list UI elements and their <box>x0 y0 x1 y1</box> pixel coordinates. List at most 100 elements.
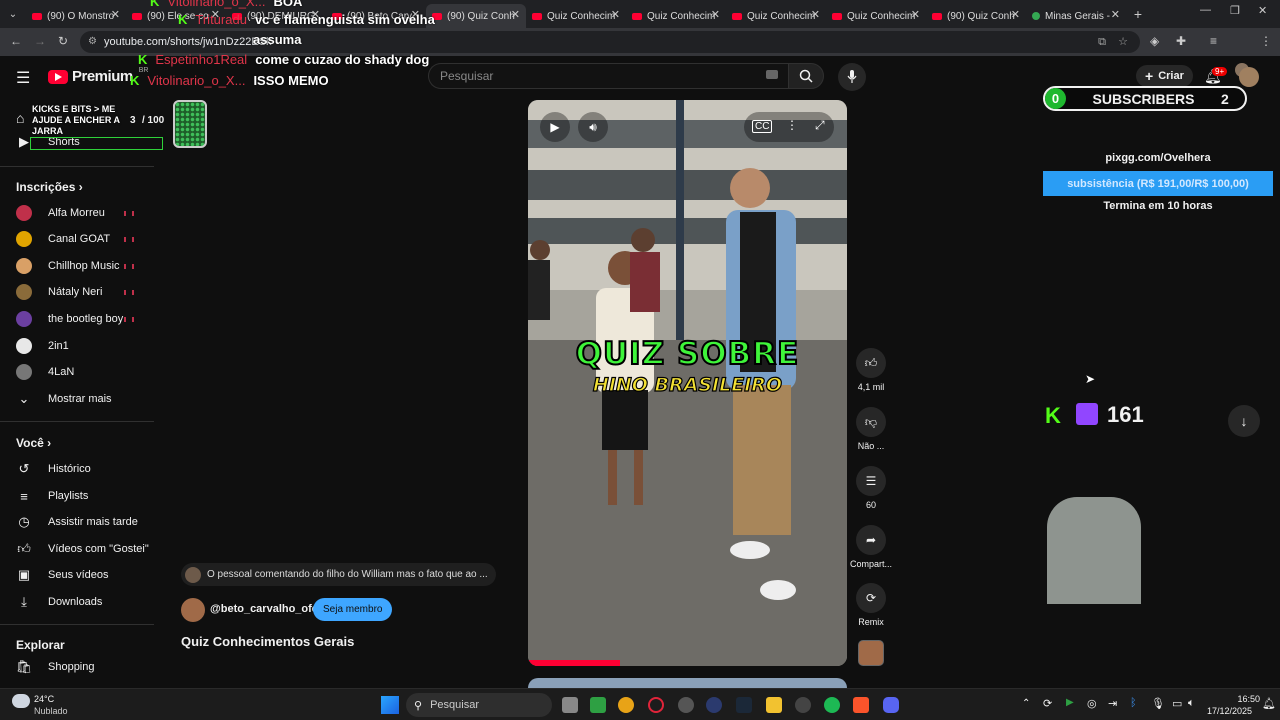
new-tab-icon[interactable]: + <box>1126 6 1150 22</box>
sidebar-subscription[interactable]: 4LaN <box>0 359 154 385</box>
next-short-arrow-icon[interactable]: ↓ <box>1228 405 1260 437</box>
tab-list-icon[interactable]: ⌄ <box>0 9 26 20</box>
browser-tab-active[interactable]: (90) Quiz Conh ✕ <box>426 4 526 28</box>
close-window-icon[interactable]: ✕ <box>1258 4 1267 17</box>
reload-icon[interactable]: ↻ <box>58 34 68 48</box>
url-field[interactable]: ⚙ youtube.com/shorts/jw1nDz22ESk ⧉ ☆ <box>80 31 1140 53</box>
chevron-up-icon[interactable]: ⌃ <box>1022 698 1030 709</box>
close-icon[interactable]: ✕ <box>811 8 820 21</box>
close-icon[interactable]: ✕ <box>1111 8 1120 21</box>
thumbs-up-icon[interactable]: 👍︎ <box>856 348 886 378</box>
sidebar-item-shopping[interactable]: 🛍︎ Shopping <box>0 654 154 680</box>
sidebar-subscription[interactable]: 2in1 <box>0 333 154 359</box>
discord-icon[interactable] <box>883 697 899 713</box>
remix-action[interactable]: ⟳ Remix <box>851 583 891 627</box>
thumbs-down-icon[interactable]: 👎︎ <box>856 407 886 437</box>
maximize-icon[interactable]: ❐ <box>1230 4 1240 17</box>
sync-icon[interactable]: ⟳ <box>1043 697 1052 710</box>
notification-center-icon[interactable]: 🔔︎ <box>1262 697 1276 710</box>
app-icon[interactable] <box>706 697 722 713</box>
task-view-icon[interactable] <box>562 697 578 713</box>
sidebar-subscription[interactable]: the bootleg boy <box>0 306 154 332</box>
play-app-icon[interactable] <box>590 697 606 713</box>
comments-action[interactable]: ☰ 60 <box>851 466 891 510</box>
extension-icon[interactable]: ◈ <box>1150 34 1159 48</box>
browser-tab[interactable]: (90) O Monstro ✕ <box>26 4 126 28</box>
comment-preview[interactable]: O pessoal comentando do filho do William… <box>181 563 496 586</box>
sidebar-subscription[interactable]: Alfa Morreu <box>0 200 154 226</box>
sidebar-item-liked-videos[interactable]: 👍︎ Vídeos com "Gostei" <box>0 536 154 562</box>
fullscreen-icon[interactable]: ⤢ <box>815 118 825 133</box>
play-tray-icon[interactable]: ▶ <box>1066 697 1074 708</box>
sidebar-show-more[interactable]: ⌄ Mostrar mais <box>0 386 154 412</box>
browser-tab[interactable]: Minas Gerais - ✕ <box>1026 4 1126 28</box>
microphone-tray-icon[interactable]: 🎙︎ <box>1151 697 1165 710</box>
you-heading[interactable]: Você › <box>16 436 51 450</box>
share-action[interactable]: ➦ Compart... <box>850 525 892 569</box>
bluetooth-icon[interactable]: ᛒ <box>1130 697 1137 709</box>
sidebar-item-watch-later[interactable]: ◷ Assistir mais tarde <box>0 509 154 535</box>
channel-name[interactable]: @beto_carvalho_ofc <box>210 603 318 615</box>
menu-dots-icon[interactable]: ⋮ <box>1260 34 1272 48</box>
browser-tab[interactable]: Quiz Conhecim ✕ <box>626 4 726 28</box>
tray-icon[interactable]: ⇥ <box>1108 697 1117 710</box>
browser-tab[interactable]: (90) Quiz Conh ✕ <box>926 4 1026 28</box>
forward-icon[interactable]: → <box>34 34 46 48</box>
sidebar-item-shorts[interactable]: ▶ Shorts <box>0 132 163 152</box>
windows-start-icon[interactable] <box>381 696 399 714</box>
comment-icon[interactable]: ☰ <box>856 466 886 496</box>
close-icon[interactable]: ✕ <box>911 8 920 21</box>
captions-icon[interactable]: CC <box>752 120 773 133</box>
steam-icon[interactable] <box>736 697 752 713</box>
remix-icon[interactable]: ⟳ <box>856 583 886 613</box>
file-explorer-icon[interactable] <box>766 697 782 713</box>
close-icon[interactable]: ✕ <box>611 8 620 21</box>
sidebar-subscription[interactable]: Canal GOAT <box>0 226 154 252</box>
hamburger-menu-icon[interactable]: ☰ <box>16 68 30 88</box>
voice-search-button[interactable] <box>838 63 866 91</box>
playlist-icon[interactable]: ≡ <box>1210 34 1217 48</box>
sidebar-subscription[interactable]: Chillhop Music <box>0 253 154 279</box>
brave-icon[interactable] <box>853 697 869 713</box>
home-icon[interactable]: ⌂ <box>16 110 24 126</box>
share-icon[interactable]: ➦ <box>856 525 886 555</box>
sidebar-item-downloads[interactable]: ⤓ Downloads <box>0 589 154 615</box>
close-icon[interactable]: ✕ <box>711 8 720 21</box>
browser-tab[interactable]: Quiz Conhecim ✕ <box>526 4 626 28</box>
sidebar-item-history[interactable]: ↺ Histórico <box>0 456 154 482</box>
sidebar-item-your-videos[interactable]: ▣ Seus vídeos <box>0 562 154 588</box>
browser-tab[interactable]: Quiz Conhecim ✕ <box>726 4 826 28</box>
short-video-player[interactable]: QUIZ SOBRE HINO BRASILEIRO ▶ 🔊︎ CC ⋮ ⤢ <box>528 100 847 666</box>
account-avatar[interactable] <box>1239 67 1259 87</box>
browser-tab[interactable]: Quiz Conhecim ✕ <box>826 4 926 28</box>
app-icon[interactable] <box>795 697 811 713</box>
spotify-icon[interactable] <box>824 697 840 713</box>
minimize-icon[interactable]: — <box>1200 4 1211 16</box>
sidebar-item-playlists[interactable]: ≡ Playlists <box>0 483 154 509</box>
github-icon[interactable] <box>678 697 694 713</box>
dislike-action[interactable]: 👎︎ Não ... <box>851 407 891 451</box>
channel-avatar[interactable] <box>181 598 205 622</box>
puzzle-icon[interactable]: ✚ <box>1176 34 1186 48</box>
video-progress-bar[interactable] <box>528 663 618 666</box>
volume-icon[interactable]: 🔈︎ <box>1188 697 1195 710</box>
close-icon[interactable]: ✕ <box>511 8 520 21</box>
subscriptions-heading[interactable]: Inscrições › <box>16 180 83 194</box>
volume-icon[interactable]: 🔊︎ <box>578 112 608 142</box>
clock-time[interactable]: 16:50 <box>1220 694 1260 704</box>
opera-icon[interactable] <box>648 697 664 713</box>
more-options-icon[interactable]: ⋮ <box>786 118 798 132</box>
search-button[interactable] <box>788 63 824 89</box>
search-input[interactable]: Pesquisar <box>428 63 788 89</box>
join-button[interactable]: Seja membro <box>313 598 393 621</box>
sound-avatar[interactable] <box>858 640 884 666</box>
install-icon[interactable]: ⧉ <box>1098 31 1106 53</box>
bookmark-star-icon[interactable]: ☆ <box>1118 31 1128 53</box>
taskbar-search[interactable]: ⚲ Pesquisar <box>406 693 552 717</box>
close-icon[interactable]: ✕ <box>111 8 120 21</box>
keyboard-icon[interactable] <box>766 70 778 79</box>
tray-icon[interactable]: ◎ <box>1087 697 1097 710</box>
site-info-icon[interactable]: ⚙ <box>88 31 97 53</box>
weather-icon[interactable] <box>12 694 30 708</box>
back-icon[interactable]: ← <box>10 34 22 48</box>
